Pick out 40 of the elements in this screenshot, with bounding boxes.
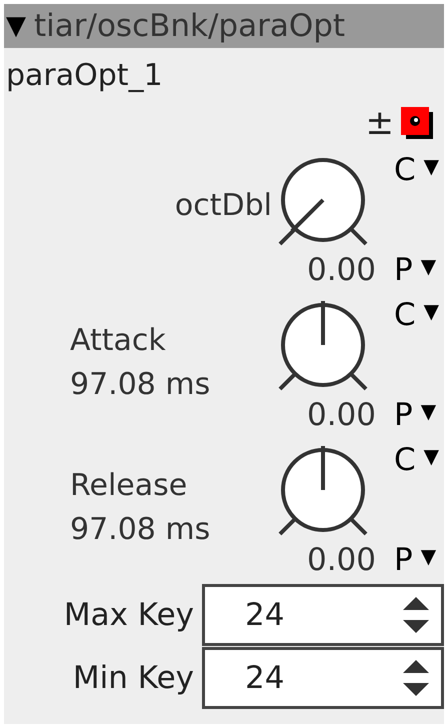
- up-down-arrows-icon: [401, 658, 431, 698]
- param-label: octDbl: [174, 187, 272, 225]
- knob[interactable]: [278, 156, 370, 248]
- caret-icon: ▼: [424, 442, 440, 468]
- spinner-label: Min Key: [72, 660, 194, 696]
- caret-icon: ▼: [424, 152, 440, 178]
- knob[interactable]: [278, 446, 370, 538]
- spinner-label: Max Key: [64, 596, 194, 632]
- menu-letter: C: [394, 297, 416, 333]
- cc-dropdown[interactable]: C ▼: [382, 148, 444, 188]
- number-spinner[interactable]: 24: [202, 646, 444, 708]
- param-value: 0.00: [306, 397, 377, 433]
- caret-icon: ▼: [420, 542, 436, 568]
- caret-icon: ▼: [420, 397, 436, 423]
- preset-dropdown[interactable]: P ▼: [382, 252, 444, 288]
- preset-dropdown[interactable]: P ▼: [382, 542, 444, 578]
- param-value: 0.00: [306, 542, 377, 578]
- knob[interactable]: [278, 301, 370, 393]
- menu-letter: P: [394, 252, 413, 288]
- menu-letter: P: [394, 397, 413, 433]
- menu-letter: C: [394, 152, 416, 188]
- caret-icon: ▼: [424, 297, 440, 323]
- param-reading: 97.08 ms: [70, 511, 210, 549]
- cc-dropdown[interactable]: C ▼: [382, 293, 444, 333]
- param-label: Release: [70, 467, 188, 505]
- preset-dropdown[interactable]: P ▼: [382, 397, 444, 433]
- param-label: Attack: [70, 322, 166, 360]
- square-dot-icon: [400, 106, 434, 140]
- up-down-arrows-icon: [401, 594, 431, 634]
- menu-letter: C: [394, 442, 416, 478]
- cc-dropdown[interactable]: C ▼: [382, 438, 444, 478]
- param-value: 0.00: [306, 252, 377, 288]
- plus-minus-toggle[interactable]: ±: [366, 103, 394, 143]
- caret-icon: ▼: [420, 252, 436, 278]
- menu-letter: P: [394, 542, 413, 578]
- instance-name[interactable]: paraOpt_1: [4, 48, 444, 98]
- number-spinner[interactable]: 24: [202, 584, 444, 646]
- param-reading: 97.08 ms: [70, 366, 210, 404]
- object-title: tiar/oscBnk/paraOpt: [34, 8, 346, 44]
- collapse-toggle[interactable]: ▼: [6, 11, 26, 41]
